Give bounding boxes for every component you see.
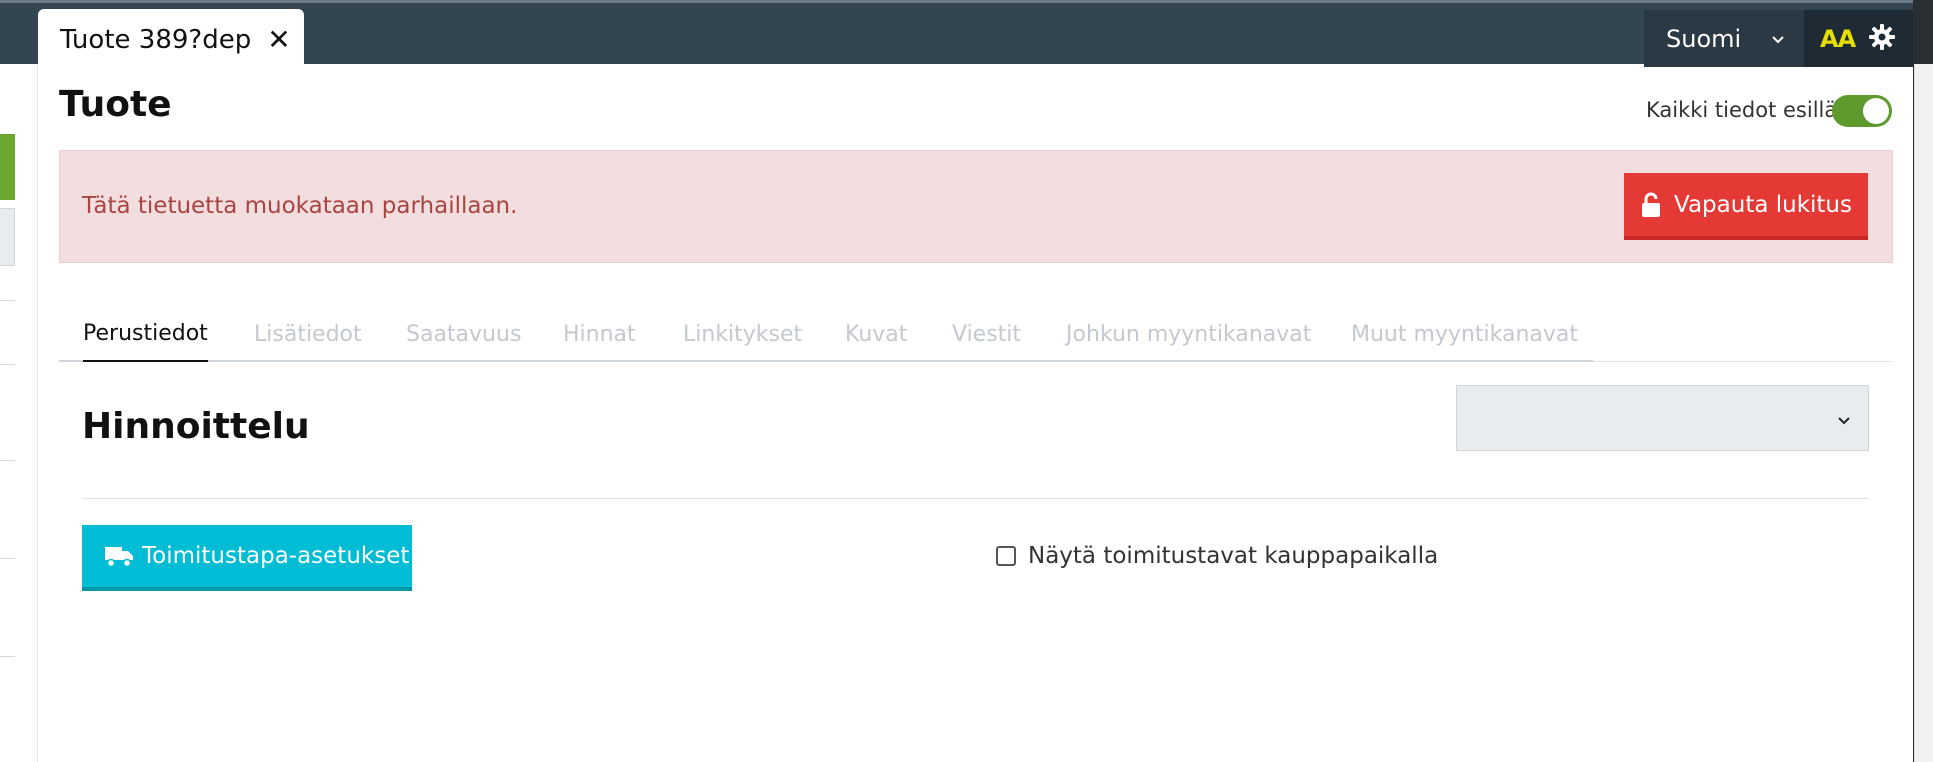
sidebar-divider [0, 656, 15, 657]
pricing-select[interactable] [1456, 385, 1869, 451]
section-title: Hinnoittelu [82, 406, 310, 447]
toggle-knob [1863, 98, 1889, 124]
font-size-label: AA [1820, 24, 1856, 53]
show-all-label: Kaikki tiedot esillä [1646, 98, 1838, 122]
unlock-button[interactable]: Vapauta lukitus [1624, 173, 1868, 240]
show-shipping-label: Näytä toimitustavat kauppapaikalla [1028, 543, 1439, 569]
close-icon[interactable]: ✕ [267, 26, 290, 54]
shipping-settings-label: Toimitustapa-asetukset [142, 543, 410, 569]
show-shipping-checkbox[interactable] [996, 546, 1016, 566]
product-tabs: Perustiedot Lisätiedot Saatavuus Hinnat … [59, 306, 1893, 362]
sidebar-divider [0, 300, 15, 301]
tab-linkitykset[interactable]: Linkitykset [683, 306, 802, 362]
tab-product[interactable]: Tuote 389?dep ✕ [38, 9, 304, 71]
alert-message: Tätä tietuetta muokataan parhaillaan. [82, 193, 518, 219]
sidebar-divider [0, 460, 15, 461]
tab-johkun-myyntikanavat[interactable]: Johkun myyntikanavat [1066, 306, 1311, 362]
tab-title: Tuote 389?dep [60, 25, 252, 55]
tab-perustiedot[interactable]: Perustiedot [83, 306, 208, 362]
sidebar-green-button[interactable] [0, 134, 15, 200]
language-select[interactable]: Suomi [1644, 10, 1804, 67]
sidebar-grey-field[interactable] [0, 208, 15, 266]
section-divider [82, 498, 1869, 499]
chevron-down-icon [1772, 35, 1784, 43]
tab-muut-myyntikanavat[interactable]: Muut myyntikanavat [1351, 306, 1578, 362]
font-size-button[interactable]: AA [1804, 10, 1914, 67]
tab-hinnat[interactable]: Hinnat [563, 306, 636, 362]
gear-icon[interactable] [1868, 23, 1896, 51]
shipping-settings-button[interactable]: Toimitustapa-asetukset [82, 525, 412, 591]
page-title: Tuote [59, 84, 172, 125]
show-shipping-option: Näytä toimitustavat kauppapaikalla [996, 543, 1438, 569]
tab-lisatiedot[interactable]: Lisätiedot [254, 306, 362, 362]
sidebar-divider [0, 558, 15, 559]
unlock-icon [1642, 192, 1660, 217]
tab-viestit[interactable]: Viestit [952, 306, 1021, 362]
lock-alert: Tätä tietuetta muokataan parhaillaan. [59, 150, 1893, 263]
sidebar-divider [0, 364, 15, 365]
unlock-label: Vapauta lukitus [1674, 191, 1852, 218]
left-sidebar-strip [0, 64, 38, 762]
tab-kuvat[interactable]: Kuvat [845, 306, 907, 362]
chevron-down-icon [1838, 417, 1850, 425]
language-label: Suomi [1666, 24, 1742, 53]
top-bar: Tuote 389?dep ✕ Suomi AA [0, 0, 1933, 71]
tab-saatavuus[interactable]: Saatavuus [406, 306, 521, 362]
truck-icon [105, 547, 133, 568]
show-all-toggle[interactable] [1832, 95, 1892, 127]
scrollbar[interactable] [1914, 64, 1933, 762]
